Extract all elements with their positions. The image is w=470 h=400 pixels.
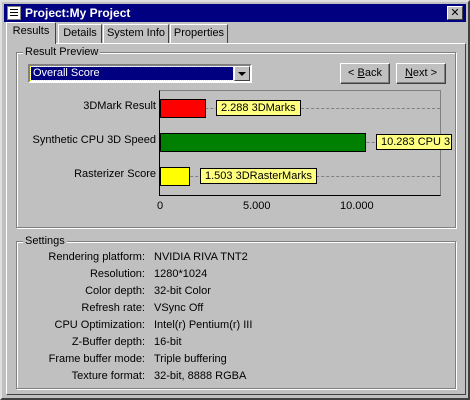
bar-3dmark bbox=[160, 99, 206, 118]
setting-value-refresh-rate: VSync Off bbox=[154, 302, 204, 314]
setting-value-z-buffer: 16-bit bbox=[154, 336, 182, 348]
category-label-3dmark: 3DMark Result bbox=[83, 100, 156, 112]
next-button-label: Next > bbox=[404, 67, 438, 79]
category-label-rasterizer: Rasterizer Score bbox=[74, 168, 156, 180]
setting-label-refresh-rate: Refresh rate: bbox=[81, 302, 145, 314]
back-button-label: < Back bbox=[348, 67, 382, 79]
result-preview-label: Result Preview bbox=[23, 45, 101, 59]
setting-label-z-buffer: Z-Buffer depth: bbox=[71, 336, 145, 348]
setting-value-color-depth: 32-bit Color bbox=[154, 285, 211, 297]
score-type-dropdown[interactable]: Overall Score bbox=[28, 64, 252, 83]
tab-system-info[interactable]: System Info bbox=[103, 24, 169, 43]
value-label-rasterizer: 1.503 3DRasterMarks bbox=[200, 168, 317, 184]
settings-group: Settings bbox=[16, 234, 456, 389]
setting-label-color-depth: Color depth: bbox=[85, 285, 145, 297]
tab-details[interactable]: Details bbox=[58, 24, 102, 43]
setting-value-resolution: 1280*1024 bbox=[154, 268, 208, 280]
bar-rasterizer bbox=[160, 167, 190, 186]
tab-properties[interactable]: Properties bbox=[170, 24, 228, 43]
title-bar[interactable]: Project:My Project ✕ bbox=[4, 4, 466, 22]
close-button[interactable]: ✕ bbox=[447, 6, 463, 20]
value-label-cpu-speed: 10.283 CPU 3D bbox=[376, 134, 452, 150]
bar-cpu-speed bbox=[160, 133, 366, 152]
setting-value-cpu-optimization: Intel(r) Pentium(r) III bbox=[154, 319, 253, 331]
x-tick-10000: 10.000 bbox=[340, 200, 374, 212]
bar-chart-plot: 2.288 3DMarks 10.283 CPU 3D 1.503 3DRaster… bbox=[159, 90, 452, 196]
setting-value-rendering-platform: NVIDIA RIVA TNT2 bbox=[154, 251, 248, 263]
x-tick-0: 0 bbox=[157, 200, 164, 212]
x-tick-5000: 5.000 bbox=[243, 200, 271, 212]
setting-value-frame-buffer: Triple buffering bbox=[154, 353, 227, 365]
project-window: Project:My Project ✕ Results Details Sys… bbox=[0, 0, 470, 400]
window-title: Project:My Project bbox=[25, 6, 131, 20]
setting-label-resolution: Resolution: bbox=[89, 268, 145, 280]
next-button[interactable]: Next > bbox=[396, 63, 446, 84]
back-button[interactable]: < Back bbox=[340, 63, 390, 84]
value-label-3dmark: 2.288 3DMarks bbox=[216, 100, 301, 116]
setting-label-cpu-optimization: CPU Optimization: bbox=[54, 319, 145, 331]
chevron-down-icon[interactable] bbox=[234, 66, 250, 81]
dropdown-selected-value: Overall Score bbox=[30, 66, 234, 81]
setting-label-texture-format: Texture format: bbox=[71, 370, 145, 382]
tab-results[interactable]: Results bbox=[6, 22, 56, 44]
settings-label: Settings bbox=[23, 234, 67, 248]
setting-value-texture-format: 32-bit, 8888 RGBA bbox=[154, 370, 247, 382]
document-icon bbox=[7, 6, 21, 20]
setting-label-rendering-platform: Rendering platform: bbox=[48, 251, 145, 263]
setting-label-frame-buffer: Frame buffer mode: bbox=[48, 353, 145, 365]
category-label-cpu-speed: Synthetic CPU 3D Speed bbox=[32, 134, 156, 146]
